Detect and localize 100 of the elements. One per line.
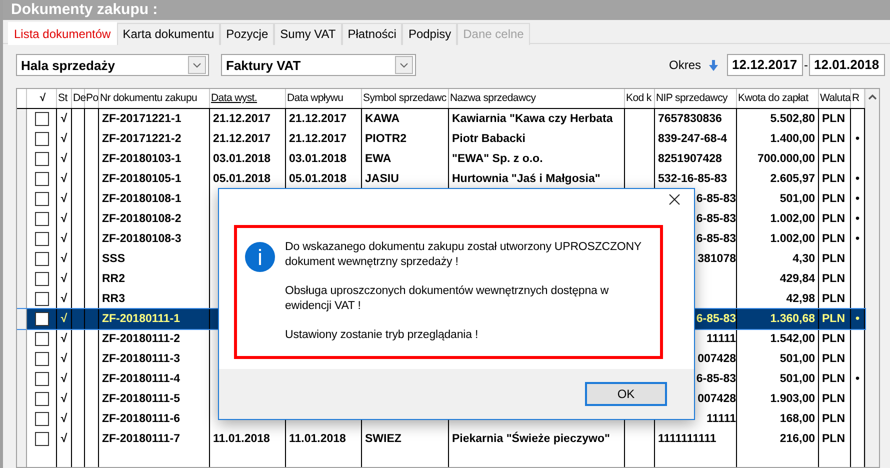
table-cell-text: ZF-20180111-7	[102, 432, 180, 447]
column-header[interactable]: St	[57, 89, 72, 108]
down-arrow-icon[interactable]	[709, 60, 718, 70]
status-check: √	[60, 332, 68, 347]
table-cell-text: 11.01.2018	[213, 432, 270, 447]
checkbox[interactable]	[34, 372, 48, 386]
ok-button[interactable]: OK	[585, 382, 667, 406]
table-cell-text: 1.542,00	[770, 332, 815, 347]
checkbox[interactable]	[34, 432, 48, 446]
table-cell-text: 381078	[698, 252, 736, 267]
table-cell-text: 700.000,00	[757, 152, 815, 167]
table-cell-text: ZF-20180108-2	[102, 212, 182, 227]
table-cell-text: 1.002,00	[770, 212, 815, 227]
tab[interactable]: Podpisy	[402, 23, 458, 45]
column-header[interactable]: Symbol sprzedawc	[362, 89, 449, 108]
table-cell-text: SWIEZ	[365, 432, 402, 447]
location-dropdown[interactable]: Hala sprzedaży	[16, 54, 209, 76]
column-header[interactable]: Kwota do zapłat	[737, 89, 819, 108]
checkbox[interactable]	[34, 112, 48, 126]
checkbox[interactable]	[34, 212, 48, 226]
column-header[interactable]: Po	[85, 89, 99, 108]
checkbox[interactable]	[34, 192, 48, 206]
table-cell-text: 6-85-83	[696, 232, 736, 247]
column-header[interactable]: De	[72, 89, 85, 108]
checkbox[interactable]	[34, 252, 48, 266]
table-cell-text: PLN	[822, 252, 845, 267]
table-cell-text: 05.01.2018	[289, 172, 347, 187]
table-cell-text: ZF-20171221-1	[102, 112, 182, 127]
table-cell-text: ZF-20180111-2	[102, 332, 180, 347]
table-cell-text: ZF-20180105-1	[102, 172, 182, 187]
status-check: √	[60, 232, 68, 247]
status-check: √	[60, 172, 68, 187]
table-cell-text: 6-85-83	[696, 372, 736, 387]
checkbox[interactable]	[34, 272, 48, 286]
date-from-field[interactable]: 12.12.2017	[727, 54, 803, 76]
checkbox[interactable]	[34, 332, 48, 346]
checkbox[interactable]	[34, 312, 48, 326]
table-cell-text: PLN	[822, 432, 845, 447]
dropdown-caret-icon[interactable]	[400, 62, 408, 68]
table-cell-text: PLN	[822, 292, 845, 307]
table-cell-text: PLN	[822, 372, 845, 387]
tab[interactable]: Sumy VAT	[274, 23, 342, 45]
table-cell-text: PLN	[822, 112, 845, 127]
checkbox[interactable]	[34, 292, 48, 306]
table-cell-text: PLN	[822, 272, 845, 287]
column-header[interactable]: Nazwa sprzedawcy	[449, 89, 625, 108]
table-cell-text: 6-85-83	[696, 312, 736, 327]
date-to-field[interactable]: 12.01.2018	[809, 54, 885, 76]
status-check: √	[60, 372, 68, 387]
checkbox[interactable]	[34, 232, 48, 246]
checkbox[interactable]	[34, 392, 48, 406]
column-header[interactable]: √	[27, 89, 57, 108]
window-title: Dokumenty zakupu :	[3, 0, 890, 20]
message-text: Ustawiony zostanie tryb przeglądania !	[285, 328, 480, 343]
checkbox[interactable]	[34, 172, 48, 186]
table-cell-text: EWA	[365, 152, 392, 167]
table-cell-text: Kawiarnia "Kawa czy Herbata	[452, 112, 613, 127]
table-cell-text: 1.903,00	[770, 392, 815, 407]
column-header[interactable]: NIP sprzedawcy	[655, 89, 737, 108]
table-cell-text: 1.002,00	[770, 232, 815, 247]
tab[interactable]: Pozycje	[220, 23, 274, 45]
checkbox[interactable]	[34, 412, 48, 426]
status-check: √	[60, 132, 68, 147]
scrollbar[interactable]	[865, 89, 879, 467]
up-chevron-icon[interactable]	[868, 94, 877, 100]
column-header[interactable]: Waluta	[819, 89, 851, 108]
table-cell-text: PLN	[822, 152, 845, 167]
dropdown-caret-icon[interactable]	[193, 62, 201, 68]
table-cell-text: •	[855, 232, 860, 247]
checkbox[interactable]	[34, 352, 48, 366]
tab[interactable]: Lista dokumentów	[8, 22, 117, 45]
table-cell-text: 1111111111	[658, 432, 716, 447]
table-cell-text: 11111	[706, 332, 736, 347]
status-check: √	[60, 212, 68, 227]
column-header[interactable]: Kod k	[625, 89, 655, 108]
checkbox[interactable]	[34, 152, 48, 166]
table-cell-text: ZF-20180111-3	[102, 352, 180, 367]
table-cell-text: Hurtownia "Jaś i Małgosia"	[452, 172, 600, 187]
column-header[interactable]: Data wyst.	[210, 89, 286, 108]
document-type-dropdown[interactable]: Faktury VAT	[221, 54, 416, 76]
table-cell-text: PLN	[822, 352, 845, 367]
table-cell-text: JASIU	[365, 172, 399, 187]
table-cell-text: 21.12.2017	[289, 112, 347, 127]
table-cell-text: 007428	[698, 392, 736, 407]
tab[interactable]: Płatności	[342, 23, 402, 45]
tab[interactable]: Karta dokumentu	[116, 23, 220, 45]
status-check: √	[60, 272, 68, 287]
table-cell-text: "EWA" Sp. z o.o.	[452, 152, 543, 167]
date-separator: -	[804, 58, 808, 72]
table-cell-text: RR3	[102, 292, 126, 307]
table-cell-text: ZF-20171221-2	[102, 132, 182, 147]
table-cell-text: •	[855, 172, 860, 187]
column-header[interactable]: Nr dokumentu zakupu	[99, 89, 210, 108]
column-header[interactable]: Data wpływu	[286, 89, 362, 108]
table-cell-text: 6-85-83	[696, 192, 736, 207]
close-icon[interactable]	[669, 194, 680, 205]
table-cell-text: Piekarnia "Świeże pieczywo"	[452, 430, 610, 447]
table-cell-text: Piotr Babacki	[452, 132, 526, 147]
table-cell-text: ZF-20180111-6	[102, 412, 180, 427]
checkbox[interactable]	[34, 132, 48, 146]
